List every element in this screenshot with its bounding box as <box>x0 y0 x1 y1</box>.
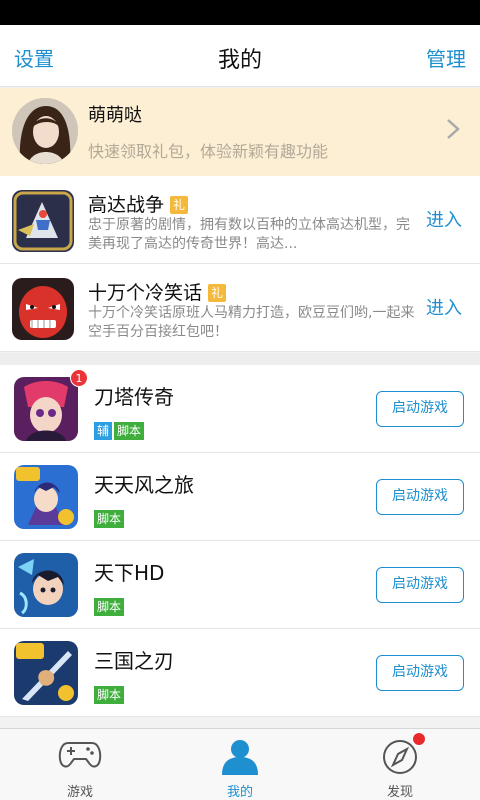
sanguo-blade-icon <box>14 641 78 705</box>
launch-game-button[interactable]: 启动游戏 <box>376 567 464 603</box>
tab-label: 我的 <box>226 785 253 800</box>
promo-description: 十万个冷笑话原班人马精力打造，欧豆豆们哟,一起来空手百分百接红包吧！ <box>88 305 415 340</box>
launch-game-button[interactable]: 启动游戏 <box>376 655 464 691</box>
game-item[interactable]: 三国之刃 脚本 启动游戏 <box>0 629 480 717</box>
notification-badge: 1 <box>70 369 88 387</box>
manage-button[interactable]: 管理 <box>426 43 466 72</box>
game-name: 天天风之旅 <box>94 473 194 497</box>
game-name: 三国之刃 <box>94 649 174 673</box>
gift-badge: 礼 <box>170 196 189 214</box>
avatar <box>12 98 78 164</box>
script-tag: 脚本 <box>114 422 145 440</box>
game-tags: 脚本 <box>94 508 126 528</box>
game-name: 天下HD <box>94 561 165 585</box>
promo-description: 忠于原著的剧情，拥有数以百种的立体高达机型，完美再现了高达的传奇世界！高达... <box>88 217 410 252</box>
tab-bar: 游戏 我的 发现 <box>0 728 480 800</box>
page-title: 我的 <box>217 48 262 73</box>
section-divider <box>0 353 480 365</box>
compass-icon <box>380 739 420 779</box>
nav-bar: 设置 我的 管理 <box>0 25 480 87</box>
script-tag: 脚本 <box>94 598 125 616</box>
chevron-right-icon[interactable] <box>446 118 460 144</box>
promo-item[interactable]: 十万个冷笑话礼 十万个冷笑话原班人马精力打造，欧豆豆们哟,一起来空手百分百接红包… <box>0 264 480 352</box>
promo-title: 十万个冷笑话礼 <box>88 278 227 305</box>
game-item[interactable]: 天下HD 脚本 启动游戏 <box>0 541 480 629</box>
tiantian-fengzhilv-icon <box>14 465 78 529</box>
tab-games[interactable]: 游戏 <box>0 729 160 800</box>
game-item[interactable]: 1 刀塔传奇 辅脚本 启动游戏 <box>0 365 480 453</box>
tianxia-hd-icon <box>14 553 78 617</box>
script-tag: 脚本 <box>94 510 125 528</box>
tab-discover[interactable]: 发现 <box>320 729 480 800</box>
gamepad-icon <box>58 739 102 775</box>
launch-game-button[interactable]: 启动游戏 <box>376 479 464 515</box>
launch-game-button[interactable]: 启动游戏 <box>376 391 464 427</box>
dota-legends-icon <box>14 377 78 441</box>
game-name: 刀塔传奇 <box>94 385 174 409</box>
user-icon <box>220 739 260 779</box>
assist-tag: 辅 <box>94 422 113 440</box>
cold-jokes-icon <box>12 278 74 340</box>
profile-subtitle: 快速领取礼包，体验新颖有趣功能 <box>88 142 329 161</box>
notification-dot <box>412 732 426 746</box>
gift-badge: 礼 <box>208 284 227 302</box>
status-bar <box>0 0 480 25</box>
script-tag: 脚本 <box>94 686 125 704</box>
promo-title: 高达战争礼 <box>88 190 189 217</box>
game-tags: 脚本 <box>94 596 126 616</box>
game-tags: 辅脚本 <box>94 420 146 440</box>
enter-button[interactable]: 进入 <box>426 206 462 232</box>
profile-name: 萌萌哒 <box>88 105 142 126</box>
profile-card[interactable]: 萌萌哒 快速领取礼包，体验新颖有趣功能 <box>0 88 480 176</box>
game-tags: 脚本 <box>94 684 126 704</box>
promo-item[interactable]: 高达战争礼 忠于原著的剧情，拥有数以百种的立体高达机型，完美再现了高达的传奇世界… <box>0 176 480 264</box>
tab-mine[interactable]: 我的 <box>160 729 320 800</box>
gundam-war-icon <box>12 190 74 252</box>
enter-button[interactable]: 进入 <box>426 294 462 320</box>
game-item[interactable]: 天天风之旅 脚本 启动游戏 <box>0 453 480 541</box>
tab-label: 游戏 <box>66 785 93 800</box>
tab-label: 发现 <box>386 785 413 800</box>
